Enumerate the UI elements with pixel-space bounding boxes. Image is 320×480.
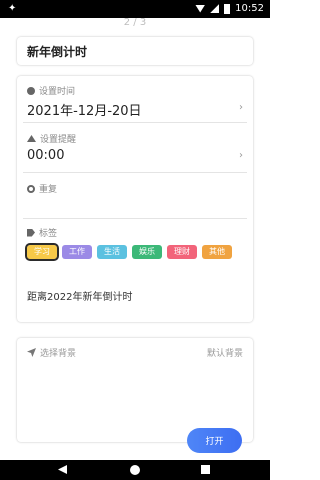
date-value: 2021年-12月-20日	[27, 104, 142, 119]
send-icon	[27, 348, 36, 357]
chevron-right-icon: ›	[239, 150, 243, 161]
countdown-text: 距离2022年新年倒计时	[27, 292, 133, 303]
repeat-icon	[27, 184, 35, 193]
navigation-bar	[0, 460, 270, 480]
tag-chip[interactable]: 生活	[97, 245, 127, 259]
status-time: 10:52	[235, 3, 264, 14]
wifi-icon	[195, 4, 206, 13]
settings-card: 设置时间 2021年-12月-20日 › 设置提醒 00:00 › 重复 标签 …	[17, 76, 253, 322]
back-icon[interactable]	[58, 465, 67, 474]
signal-icon	[210, 4, 220, 13]
background-card: 选择背景 默认背景 打开	[17, 338, 253, 453]
divider	[23, 172, 247, 173]
battery-icon	[224, 3, 231, 14]
tag-chip[interactable]: 理财	[167, 245, 197, 259]
clock-icon	[27, 86, 35, 95]
open-button[interactable]: 打开	[187, 428, 242, 453]
reminder-label: 设置提醒	[40, 135, 77, 145]
tag-chip[interactable]: 娱乐	[132, 245, 162, 259]
background-label: 选择背景	[40, 349, 77, 359]
tags-label: 标签	[39, 229, 58, 239]
home-icon[interactable]	[130, 465, 140, 475]
time-row[interactable]: 设置时间 2021年-12月-20日 ›	[17, 76, 253, 120]
chevron-right-icon: ›	[239, 102, 243, 113]
reminder-value: 00:00	[27, 148, 65, 163]
tag-chip[interactable]: 其他	[202, 245, 232, 259]
default-background-label[interactable]: 默认背景	[207, 346, 243, 359]
divider	[23, 122, 247, 123]
tag-chip[interactable]: 工作	[62, 245, 92, 259]
tag-icon	[27, 228, 35, 237]
recent-apps-icon[interactable]	[201, 465, 210, 474]
title-card	[17, 37, 253, 65]
tag-list: 学习 工作 生活 娱乐 理财 其他	[25, 243, 232, 261]
time-label: 设置时间	[39, 87, 76, 97]
tag-chip[interactable]: 学习	[25, 243, 59, 261]
bell-icon	[27, 135, 36, 142]
status-bar: ✦ 10:52	[0, 0, 270, 18]
repeat-row[interactable]: 重复	[17, 174, 253, 218]
repeat-label: 重复	[39, 185, 58, 195]
title-input[interactable]	[17, 37, 253, 65]
reminder-row[interactable]: 设置提醒 00:00 ›	[17, 124, 253, 168]
notification-icon: ✦	[8, 3, 17, 14]
divider	[23, 218, 247, 219]
page-indicator: 2 / 3	[123, 17, 147, 28]
